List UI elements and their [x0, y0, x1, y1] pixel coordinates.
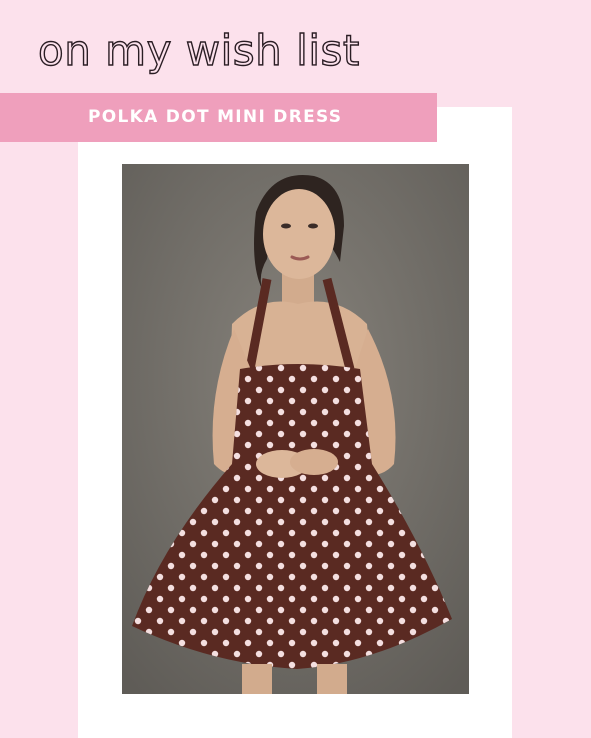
- dress-photo-illustration: [122, 164, 469, 694]
- face: [263, 189, 335, 279]
- page-title: on my wish list: [37, 26, 360, 75]
- product-name: POLKA DOT MINI DRESS: [88, 107, 343, 127]
- product-photo: [122, 164, 469, 694]
